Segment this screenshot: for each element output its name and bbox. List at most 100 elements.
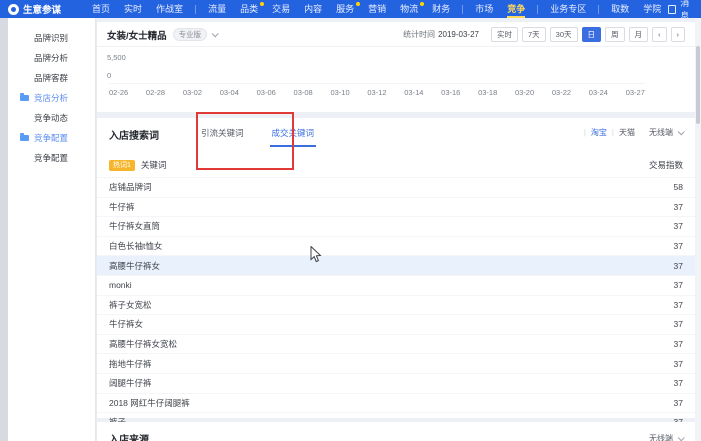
nav-item-label: 服务 bbox=[336, 4, 354, 14]
nav-item[interactable]: 营销 bbox=[361, 0, 393, 18]
table-row[interactable]: 拖地牛仔裤 37 bbox=[97, 353, 695, 373]
platform-filters: 淘宝 天猫 无线端 bbox=[579, 127, 683, 138]
sidebar-item[interactable]: 品牌客群 bbox=[8, 68, 95, 88]
keyword-cell[interactable]: 2018 网红牛仔阔腿裤 bbox=[109, 397, 190, 409]
sidebar: 品牌识别 品牌分析 品牌客群 竞店分析 竞争动态 bbox=[8, 18, 96, 441]
table-row[interactable]: monki 37 bbox=[97, 275, 695, 295]
nav-item[interactable]: 物流 bbox=[393, 0, 425, 18]
keyword-cell[interactable]: 高腰牛仔裤女宽松 bbox=[109, 338, 177, 350]
vertical-scrollbar[interactable] bbox=[695, 18, 701, 441]
device-filter-label: 无线端 bbox=[649, 127, 673, 138]
prev-button[interactable]: ‹ bbox=[652, 27, 667, 42]
range-button[interactable]: 日 bbox=[582, 27, 602, 42]
nav-item[interactable]: 作战室 bbox=[149, 0, 190, 18]
table-row[interactable]: 牛仔裤 37 bbox=[97, 197, 695, 217]
keyword-cell[interactable]: 拖地牛仔裤 bbox=[109, 358, 152, 370]
device-filter[interactable]: 无线端 bbox=[649, 127, 683, 138]
sidebar-item[interactable]: 竞争动态 bbox=[8, 108, 95, 128]
messages-entry[interactable]: 消息 bbox=[668, 0, 697, 22]
x-axis-tick: 03-27 bbox=[626, 88, 645, 97]
nav-item-label: 物流 bbox=[400, 4, 418, 14]
brand[interactable]: 生意参谋 bbox=[8, 2, 61, 16]
keyword-cell[interactable]: 店铺品牌词 bbox=[109, 181, 152, 193]
table-row[interactable]: 高腰牛仔裤女宽松 37 bbox=[97, 334, 695, 354]
table-row[interactable]: 牛仔裤女直筒 37 bbox=[97, 216, 695, 236]
range-button[interactable]: 30天 bbox=[550, 27, 578, 42]
device-filter[interactable]: 无线端 bbox=[649, 433, 683, 441]
section-title: 入店搜索词 bbox=[109, 127, 159, 142]
nav-item[interactable]: 学院 bbox=[636, 0, 668, 18]
table-row[interactable]: 牛仔裤女 37 bbox=[97, 314, 695, 334]
table-row[interactable]: 白色长袖t恤女 37 bbox=[97, 236, 695, 256]
nav-item-label: 交易 bbox=[272, 4, 290, 14]
keyword-cell[interactable]: 白色长袖t恤女 bbox=[109, 240, 162, 252]
table-row[interactable]: 阔腿牛仔裤 37 bbox=[97, 373, 695, 393]
nav-item[interactable]: 流量 bbox=[201, 0, 233, 18]
next-button[interactable]: › bbox=[671, 27, 686, 42]
nav-item[interactable]: 交易 bbox=[265, 0, 297, 18]
nav-item[interactable]: 服务 bbox=[329, 0, 361, 18]
table-row[interactable]: 店铺品牌词 58 bbox=[97, 177, 695, 197]
nav-item[interactable]: 品类 bbox=[233, 0, 265, 18]
range-button[interactable]: 实时 bbox=[491, 27, 518, 42]
sidebar-item[interactable]: 竞店分析 bbox=[8, 88, 95, 108]
sidebar-item-label: 竞争配置 bbox=[34, 153, 68, 163]
sidebar-item[interactable]: 竞争配置 bbox=[8, 148, 95, 168]
range-button[interactable]: 月 bbox=[629, 27, 649, 42]
device-filter-label: 无线端 bbox=[649, 433, 673, 441]
nav-item[interactable]: 业务专区 bbox=[543, 0, 593, 18]
nav-item[interactable]: 竞争 bbox=[500, 0, 532, 18]
nav-item-label: 学院 bbox=[643, 4, 661, 14]
nav-item[interactable]: 首页 bbox=[85, 0, 117, 18]
platform-tab[interactable]: 淘宝 bbox=[579, 127, 607, 138]
x-axis: 02-26 02-28 03-02 03-04 03-06 03-08 03-1… bbox=[109, 83, 645, 97]
sidebar-item[interactable]: 品牌识别 bbox=[8, 28, 95, 48]
keyword-tab[interactable]: 成交关键词 bbox=[272, 127, 315, 147]
table-row[interactable]: 裤子女宽松 37 bbox=[97, 295, 695, 315]
chevron-down-icon bbox=[678, 434, 685, 441]
keyword-cell[interactable]: 牛仔裤女 bbox=[109, 318, 143, 330]
nav-item[interactable]: 财务 bbox=[425, 0, 457, 18]
table-header: 热词1 关键词 交易指数 bbox=[97, 150, 695, 177]
chevron-down-icon[interactable] bbox=[212, 30, 219, 37]
range-button[interactable]: 周 bbox=[605, 27, 625, 42]
x-axis-tick: 03-08 bbox=[294, 88, 313, 97]
value-cell: 37 bbox=[674, 202, 683, 212]
value-cell: 37 bbox=[674, 319, 683, 329]
table-row[interactable]: 高腰牛仔裤女 37 bbox=[97, 255, 695, 275]
brand-label: 生意参谋 bbox=[23, 2, 61, 16]
value-cell: 37 bbox=[674, 221, 683, 231]
nav-divider bbox=[537, 5, 538, 14]
sidebar-item-label: 品牌分析 bbox=[34, 53, 68, 63]
keyword-cell[interactable]: 牛仔裤女直筒 bbox=[109, 220, 160, 232]
nav-item[interactable]: 实时 bbox=[117, 0, 149, 18]
left-rail bbox=[0, 18, 8, 441]
keyword-tab[interactable]: 引流关键词 bbox=[201, 127, 244, 147]
keyword-cell[interactable]: 阔腿牛仔裤 bbox=[109, 377, 152, 389]
sidebar-item-label: 竞争动态 bbox=[34, 113, 68, 123]
keyword-cell[interactable]: 裤子女宽松 bbox=[109, 299, 152, 311]
value-column-header[interactable]: 交易指数 bbox=[649, 159, 683, 171]
sidebar-item-label: 品牌客群 bbox=[34, 73, 68, 83]
nav-item[interactable]: 市场 bbox=[468, 0, 500, 18]
sidebar-item-label: 竞店分析 bbox=[34, 93, 68, 103]
platform-tab[interactable]: 天猫 bbox=[607, 127, 635, 138]
range-button[interactable]: 7天 bbox=[522, 27, 546, 42]
trend-chart: 5,500 0 02-26 02-28 03-02 03-04 03-06 bbox=[107, 47, 685, 109]
nav-divider bbox=[598, 5, 599, 14]
keyword-tabs: 引流关键词 成交关键词 bbox=[201, 127, 314, 147]
table-row[interactable]: 2018 网红牛仔阔腿裤 37 bbox=[97, 393, 695, 413]
sidebar-item[interactable]: 竞争配置 bbox=[8, 128, 95, 148]
sidebar-item[interactable]: 品牌分析 bbox=[8, 48, 95, 68]
scrollbar-thumb[interactable] bbox=[696, 46, 700, 124]
keyword-cell[interactable]: 牛仔裤 bbox=[109, 201, 135, 213]
x-axis-tick: 03-02 bbox=[183, 88, 202, 97]
keyword-cell[interactable]: monki bbox=[109, 280, 132, 290]
x-axis-tick: 03-04 bbox=[220, 88, 239, 97]
notification-dot bbox=[420, 2, 424, 6]
nav-item[interactable]: 取数 bbox=[604, 0, 636, 18]
nav-item[interactable]: 内容 bbox=[297, 0, 329, 18]
stat-time-label: 统计时间 bbox=[403, 29, 435, 40]
chevron-down-icon bbox=[678, 128, 685, 135]
keyword-cell[interactable]: 高腰牛仔裤女 bbox=[109, 260, 160, 272]
